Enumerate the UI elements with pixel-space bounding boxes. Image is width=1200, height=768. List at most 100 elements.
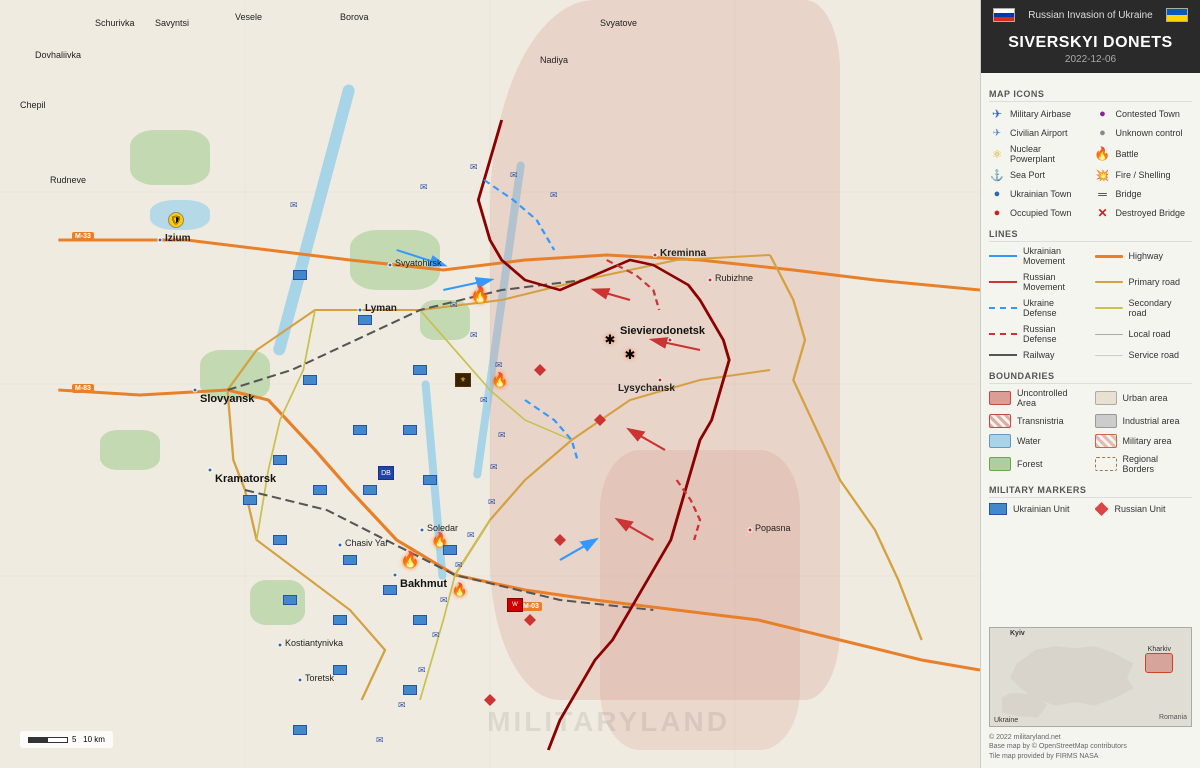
road-m33: M-33 — [72, 232, 94, 241]
map-icons-grid: ✈ Military Airbase ● Contested Town ✈ Ci… — [989, 106, 1192, 221]
battle-marker-7: ✱ — [625, 347, 636, 363]
label-kostiantynivka: Kostiantynivka — [285, 638, 343, 648]
mini-map: Ukraine Romania Kyiv Kharkiv — [989, 627, 1192, 727]
label-izium: Izium — [165, 233, 191, 244]
railway-label: Railway — [1023, 350, 1055, 360]
label-rubizhne: Rubizhne — [715, 273, 753, 283]
service-label: Service road — [1129, 350, 1180, 360]
label-kramatorsk: Kramatorsk — [215, 473, 276, 485]
bound-military: Military area — [1095, 434, 1193, 448]
mil-ukr-swatch — [989, 503, 1007, 515]
label-sievierodonetsk: Sievierodonetsk — [620, 325, 705, 337]
dot-popasna — [748, 528, 753, 533]
credits: © 2022 militaryland.net Base map by © Op… — [981, 733, 1200, 768]
flag-russia — [993, 8, 1015, 22]
bound-urban: Urban area — [1095, 388, 1193, 408]
ukr-unit-15 — [383, 585, 397, 595]
ukr-cross-7: ✉ — [470, 330, 478, 341]
ukr-cross-5: ✉ — [550, 190, 558, 201]
line-rus-def: Russian Defense — [989, 324, 1087, 344]
icon-seaport: ⚓ Sea Port — [989, 167, 1087, 183]
ukr-cross-4: ✉ — [510, 170, 518, 181]
mil-rus-label: Russian Unit — [1115, 504, 1166, 514]
lines-grid: Ukrainian Movement Highway Russian Movem… — [989, 246, 1192, 363]
icon-unknown-control: ● Unknown control — [1095, 125, 1193, 141]
urban-label: Urban area — [1123, 393, 1168, 403]
line-ukr-def: Ukraine Defense — [989, 298, 1087, 318]
icon-fire: 💥 Fire / Shelling — [1095, 167, 1193, 183]
label-popasna: Popasna — [755, 523, 791, 533]
label-lyman: Lyman — [365, 303, 397, 314]
seaport-icon: ⚓ — [989, 167, 1005, 183]
bound-regional: Regional Borders — [1095, 454, 1193, 474]
ukr-cross-3: ✉ — [470, 162, 478, 173]
mini-highlight-box — [1145, 653, 1173, 673]
legend-main-title: SIVERSKYI DONETS 2022-12-06 — [981, 30, 1200, 73]
ukr-unit-12 — [423, 475, 437, 485]
label-toretsk: Toretsk — [305, 673, 334, 683]
dot-kreminna — [653, 253, 658, 258]
ukr-cross-17: ✉ — [418, 665, 426, 676]
boundaries-grid: Uncontrolled Area Urban area Transnistri… — [989, 388, 1192, 477]
rus-def-label: Russian Defense — [1023, 324, 1087, 344]
bound-forest: Forest — [989, 454, 1087, 474]
icon-military-airbase: ✈ Military Airbase — [989, 106, 1087, 122]
ukr-town-label: Ukrainian Town — [1010, 189, 1071, 199]
legend-body: MAP ICONS ✈ Military Airbase ● Contested… — [981, 73, 1200, 621]
dot-slovyansk — [193, 388, 198, 393]
occ-town-icon: ● — [989, 205, 1005, 221]
dest-bridge-icon: ✕ — [1095, 205, 1111, 221]
line-railway: Railway — [989, 350, 1087, 360]
mini-kharkiv-label: Kharkiv — [1148, 646, 1171, 653]
unk-ctrl-icon: ● — [1095, 125, 1111, 141]
label-kreminna: Kreminna — [660, 248, 706, 259]
airport-icon: ✈ — [989, 125, 1005, 141]
ukr-cross-2: ✉ — [420, 182, 428, 193]
ukr-cross-16: ✉ — [432, 630, 440, 641]
ukr-cross-11: ✉ — [490, 462, 498, 473]
label-dovhaliivka: Dovhaliivka — [35, 50, 81, 60]
legend-header: Russian Invasion of Ukraine — [981, 0, 1200, 30]
bound-industrial: Industrial area — [1095, 414, 1193, 428]
fire-label: Fire / Shelling — [1116, 170, 1171, 180]
dot-lyman — [358, 308, 363, 313]
mil-ukr-row: Ukrainian Unit — [989, 502, 1087, 516]
label-vesele: Vesele — [235, 12, 262, 22]
wagner-badge: W — [507, 598, 523, 612]
scale-bar: 5 10 km — [20, 731, 113, 748]
map-area: Slovyansk Kramatorsk Bakhmut Sievierodon… — [0, 0, 980, 768]
line-local: Local road — [1095, 324, 1193, 344]
icon-nuclear: ⚛ Nuclear Powerplant — [989, 144, 1087, 164]
dot-rubizhne — [708, 278, 713, 283]
forest-3 — [420, 300, 470, 340]
credit-line3: Tile map provided by FIRMS NASA — [989, 752, 1192, 762]
battle-marker-3: 🔥 — [400, 550, 420, 570]
forest-4 — [100, 430, 160, 470]
industrial-label: Industrial area — [1123, 416, 1180, 426]
airbase-label: Military Airbase — [1010, 109, 1071, 119]
label-borova: Borova — [340, 12, 369, 22]
dot-lysychansk — [658, 378, 663, 383]
highway-label: Highway — [1129, 251, 1164, 261]
dot-izium — [158, 238, 163, 243]
dot-toretsk — [298, 678, 303, 683]
dot-bakhmut — [393, 573, 398, 578]
battle-marker-2: 🔥 — [491, 372, 508, 389]
legend-panel: Russian Invasion of Ukraine SIVERSKYI DO… — [980, 0, 1200, 768]
ukr-move-label: Ukrainian Movement — [1023, 246, 1087, 266]
ukr-cross-12: ✉ — [488, 497, 496, 508]
secondary-label: Secondary road — [1129, 298, 1193, 318]
road-m83: M-83 — [72, 384, 94, 393]
contested-icon: ● — [1095, 106, 1111, 122]
rus-move-label: Russian Movement — [1023, 272, 1087, 292]
ukr-unit-16 — [273, 455, 287, 465]
seaport-label: Sea Port — [1010, 170, 1045, 180]
icon-contested-town: ● Contested Town — [1095, 106, 1193, 122]
ukr-cross-9: ✉ — [480, 395, 488, 406]
line-ukr-movement: Ukrainian Movement — [989, 246, 1087, 266]
ukr-cross-18: ✉ — [398, 700, 406, 711]
watermark: MILITARYLAND — [487, 706, 730, 738]
ukr-cross-19: ✉ — [376, 735, 384, 746]
ukr-unit-2 — [358, 315, 372, 325]
ukr-unit-7 — [313, 485, 327, 495]
